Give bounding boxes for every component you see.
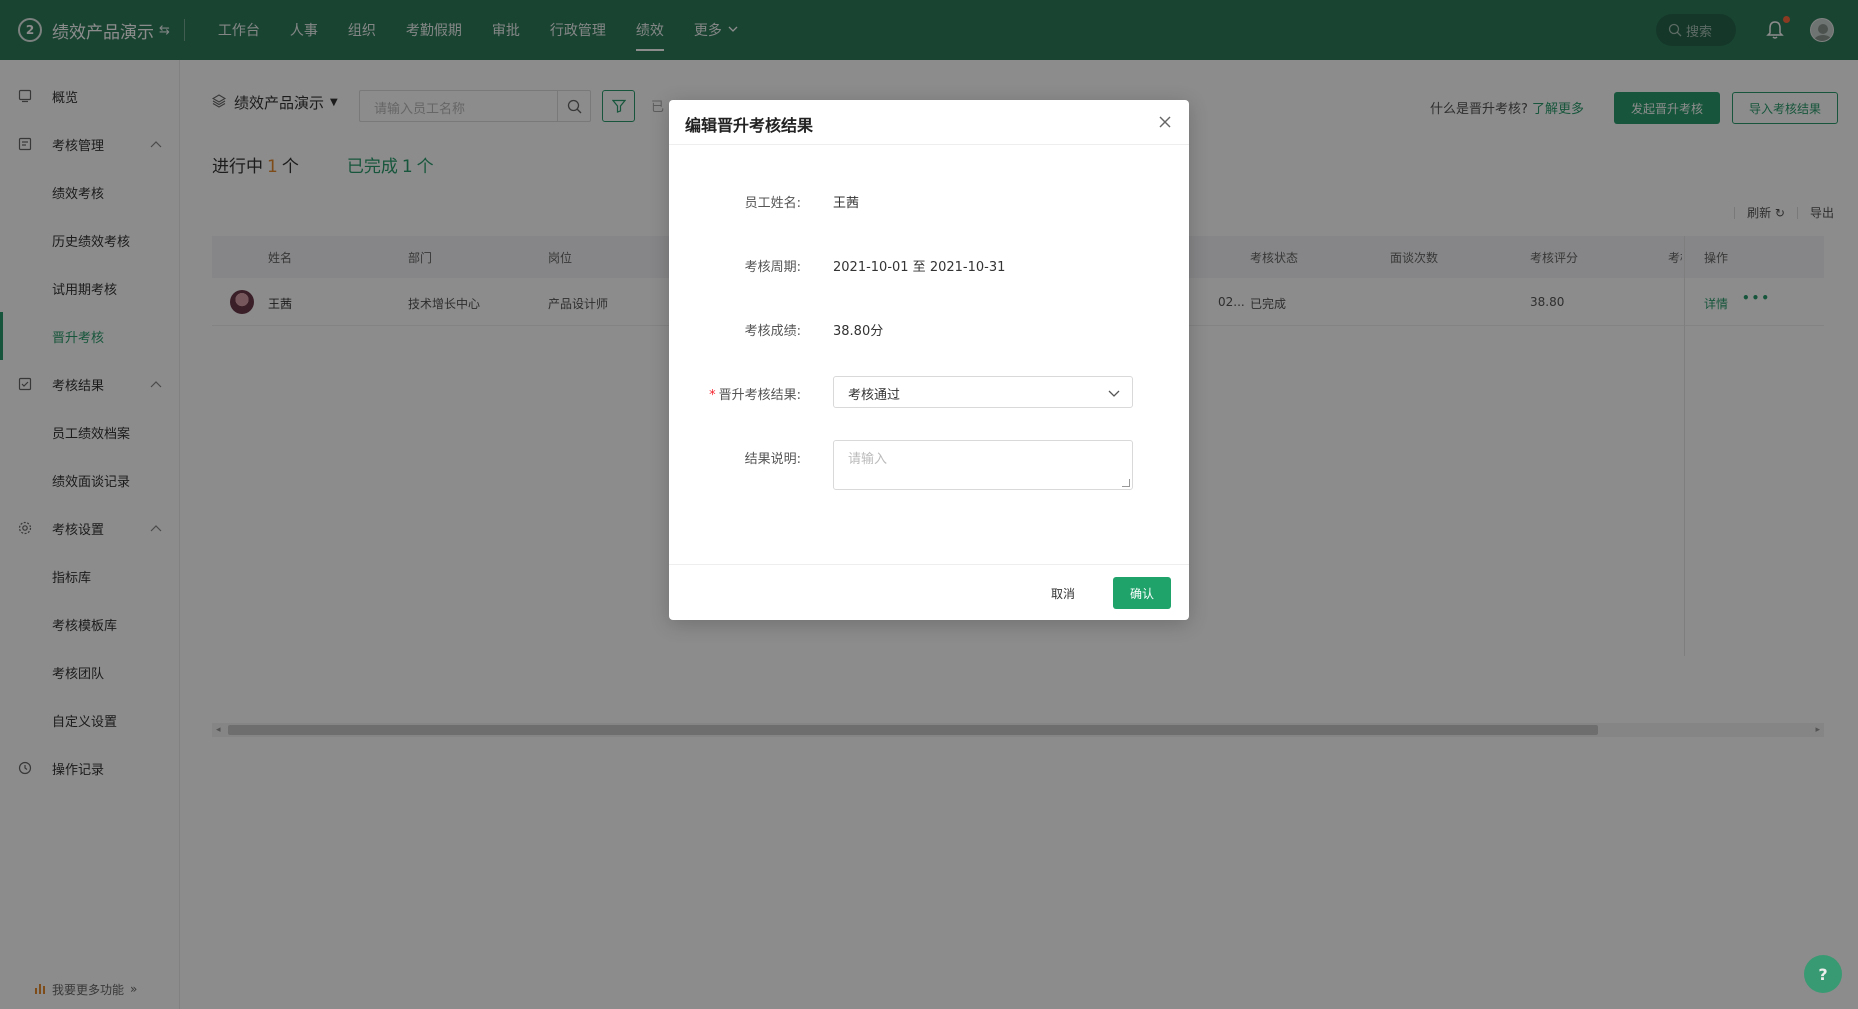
textarea-placeholder: 请输入 — [848, 452, 888, 467]
select-value: 考核通过 — [848, 388, 901, 403]
field-label: 考核成绩: — [744, 324, 801, 339]
dialog-header: 编辑晋升考核结果 — [669, 100, 1189, 145]
field-label: 考核周期: — [744, 260, 801, 275]
confirm-button[interactable]: 确认 — [1113, 577, 1171, 609]
chevron-down-icon — [1108, 387, 1120, 402]
field-value: 2021-10-01 至 2021-10-31 — [833, 260, 1006, 275]
dialog-title: 编辑晋升考核结果 — [685, 116, 814, 135]
field-review-period: 考核周期: 2021-10-01 至 2021-10-31 — [669, 248, 1189, 280]
field-result-description: 结果说明: 请输入 — [669, 440, 1189, 490]
dialog-footer: 取消 确认 — [669, 564, 1189, 620]
field-label-text: 晋升考核结果: — [718, 388, 801, 403]
field-label: * 晋升考核结果: — [709, 384, 801, 403]
field-label: 结果说明: — [744, 452, 801, 467]
field-label: 员工姓名: — [744, 196, 801, 211]
help-button[interactable]: ? — [1804, 955, 1842, 993]
field-value: 38.80分 — [833, 324, 884, 339]
close-icon[interactable] — [1157, 114, 1173, 130]
field-employee-name: 员工姓名: 王茜 — [669, 184, 1189, 216]
required-marker: * — [709, 388, 716, 403]
resize-handle[interactable] — [1122, 479, 1130, 487]
result-description-textarea[interactable]: 请输入 — [833, 440, 1133, 490]
promotion-result-select[interactable]: 考核通过 — [833, 376, 1133, 408]
edit-promotion-result-dialog: 编辑晋升考核结果 员工姓名: 王茜 考核周期: 2021-10-01 至 202… — [669, 100, 1189, 620]
field-review-score: 考核成绩: 38.80分 — [669, 312, 1189, 344]
cancel-button[interactable]: 取消 — [1033, 577, 1093, 609]
field-value: 王茜 — [833, 196, 860, 211]
field-promotion-result: * 晋升考核结果: 考核通过 — [669, 376, 1189, 408]
